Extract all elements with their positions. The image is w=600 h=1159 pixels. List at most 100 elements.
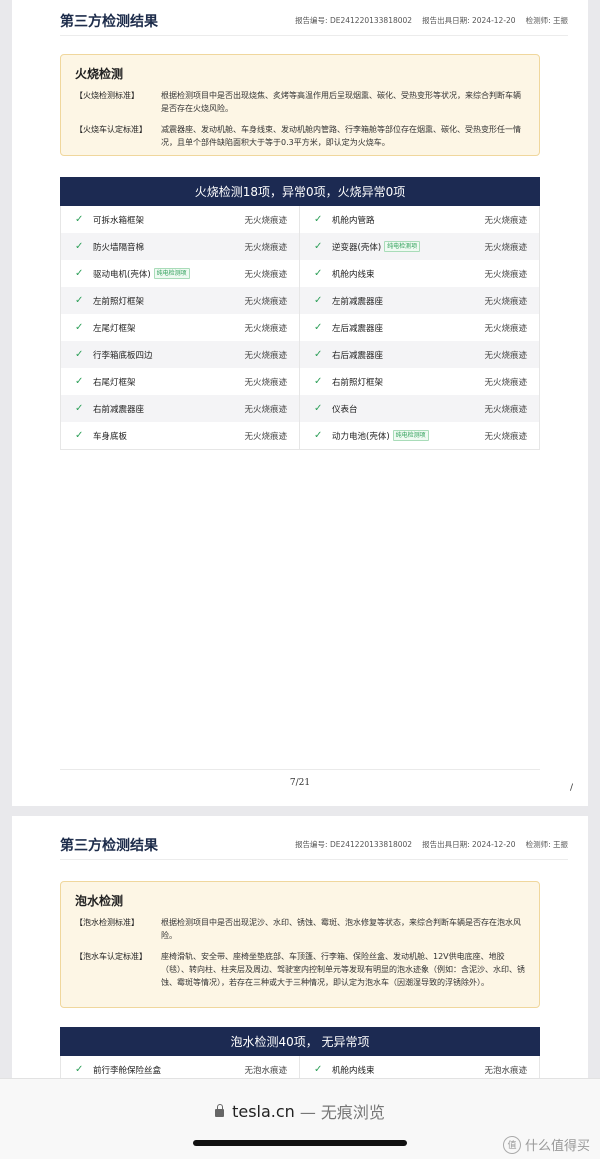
check-item: ✓ 动力电池(壳体) 纯电检测项 无火烧痕迹 <box>300 422 539 449</box>
checkmark-icon: ✓ <box>75 241 84 252</box>
item-status: 无火烧痕迹 <box>484 431 527 442</box>
checkmark-icon: ✓ <box>75 322 84 333</box>
standard-label: 【火烧车认定标准】 <box>75 125 147 134</box>
item-status: 无火烧痕迹 <box>484 296 527 307</box>
check-item: ✓ 右后减震器座 无火烧痕迹 <box>300 341 539 368</box>
flood-inspection-standards: 泡水检测 【泡水检测标准】 根据检测项目中是否出现泥沙、水印、锈蚀、霉斑、泡水修… <box>60 881 540 1008</box>
check-item: ✓ 机舱内线束 无火烧痕迹 <box>300 260 539 287</box>
item-status: 无火烧痕迹 <box>244 323 287 334</box>
check-row: ✓ 右前减震器座 无火烧痕迹 ✓ 仪表台 无火烧痕迹 <box>61 395 539 422</box>
item-name: 右尾灯框架 <box>93 377 136 388</box>
item-status: 无火烧痕迹 <box>484 242 527 253</box>
item-status: 无火烧痕迹 <box>484 269 527 280</box>
item-status: 无泡水痕迹 <box>244 1065 287 1076</box>
item-status: 无火烧痕迹 <box>484 404 527 415</box>
item-name: 左前照灯框架 <box>93 296 145 307</box>
item-status: 无泡水痕迹 <box>484 1065 527 1076</box>
item-name: 可拆水箱框架 <box>93 215 145 226</box>
smzdm-logo-icon: 值 <box>502 1135 521 1154</box>
checkmark-icon: ✓ <box>75 214 84 225</box>
item-status: 无火烧痕迹 <box>244 296 287 307</box>
check-item: ✓ 行李箱底板四边 无火烧痕迹 <box>61 341 300 368</box>
ev-item-tag: 纯电检测项 <box>384 241 421 252</box>
item-status: 无火烧痕迹 <box>244 215 287 226</box>
standard-label: 【泡水车认定标准】 <box>75 952 147 961</box>
checkmark-icon: ✓ <box>75 268 84 279</box>
page-header: 第三方检测结果 报告编号: DE241220133818002 报告出具日期: … <box>60 6 568 36</box>
item-name: 右前减震器座 <box>93 404 145 415</box>
check-item: ✓ 左后减震器座 无火烧痕迹 <box>300 314 539 341</box>
fire-summary-banner: 火烧检测18项，异常0项，火烧异常0项 <box>60 177 540 206</box>
check-item: ✓ 左前减震器座 无火烧痕迹 <box>300 287 539 314</box>
check-item: ✓ 右前减震器座 无火烧痕迹 <box>61 395 300 422</box>
item-status: 无火烧痕迹 <box>484 215 527 226</box>
item-status: 无火烧痕迹 <box>244 404 287 415</box>
check-row: ✓ 驱动电机(壳体) 纯电检测项 无火烧痕迹 ✓ 机舱内线束 无火烧痕迹 <box>61 260 539 287</box>
corner-mark: / <box>570 783 574 793</box>
check-item: ✓ 左前照灯框架 无火烧痕迹 <box>61 287 300 314</box>
check-item: ✓ 防火墙隔音棉 无火烧痕迹 <box>61 233 300 260</box>
check-row: ✓ 防火墙隔音棉 无火烧痕迹 ✓ 逆变器(壳体) 纯电检测项 无火烧痕迹 <box>61 233 539 260</box>
item-name: 车身底板 <box>93 431 128 442</box>
page-title: 第三方检测结果 <box>60 837 158 854</box>
standard-row: 【泡水车认定标准】 座椅滑轨、安全带、座椅坐垫底部、车顶篷、行李箱、保险丝盒、发… <box>75 950 525 989</box>
checkmark-icon: ✓ <box>314 376 323 387</box>
item-name-wrap: 可拆水箱框架 <box>93 214 144 226</box>
flood-summary-banner: 泡水检测40项， 无异常项 <box>60 1027 540 1056</box>
item-name-wrap: 车身底板 <box>93 430 127 442</box>
browser-bottom-bar: tesla.cn — 无痕浏览 值 什么值得买 <box>0 1078 600 1159</box>
ev-item-tag: 纯电检测项 <box>153 268 190 279</box>
item-name: 左尾灯框架 <box>93 323 136 334</box>
item-name-wrap: 动力电池(壳体) 纯电检测项 <box>332 430 429 442</box>
checkmark-icon: ✓ <box>314 403 323 414</box>
checkmark-icon: ✓ <box>314 430 323 441</box>
item-status: 无火烧痕迹 <box>484 350 527 361</box>
item-name: 机舱内线束 <box>332 1065 375 1076</box>
check-item: ✓ 右尾灯框架 无火烧痕迹 <box>61 368 300 395</box>
standard-text: 座椅滑轨、安全带、座椅坐垫底部、车顶篷、行李箱、保险丝盒、发动机舱、12V供电底… <box>161 952 525 987</box>
checkmark-icon: ✓ <box>75 295 84 306</box>
report-page-7: 第三方检测结果 报告编号: DE241220133818002 报告出具日期: … <box>12 0 588 806</box>
item-name-wrap: 前行李舱保险丝盒 <box>93 1064 161 1076</box>
address-bar[interactable]: tesla.cn — 无痕浏览 <box>0 1099 600 1123</box>
page-title: 第三方检测结果 <box>60 13 158 30</box>
report-date: 报告出具日期: 2024-12-20 <box>422 16 516 25</box>
home-indicator[interactable] <box>193 1140 407 1146</box>
section-title: 火烧检测 <box>75 67 124 81</box>
checkmark-icon: ✓ <box>75 430 84 441</box>
item-name-wrap: 防火墙隔音棉 <box>93 241 144 253</box>
fire-inspection-standards: 火烧检测 【火烧检测标准】 根据检测项目中是否出现烧焦、炙烤等高温作用后呈现烟熏… <box>60 54 540 156</box>
check-item: ✓ 车身底板 无火烧痕迹 <box>61 422 300 449</box>
report-date: 报告出具日期: 2024-12-20 <box>422 840 516 849</box>
standard-text: 根据检测项目中是否出现泥沙、水印、锈蚀、霉斑、泡水修复等状态，来综合判断车辆是否… <box>161 918 521 940</box>
check-item: ✓ 仪表台 无火烧痕迹 <box>300 395 539 422</box>
item-name: 仪表台 <box>332 404 358 415</box>
item-name-wrap: 右后减震器座 <box>332 349 383 361</box>
watermark: 值 什么值得买 <box>502 1135 590 1154</box>
section-title: 泡水检测 <box>75 894 124 908</box>
item-name: 左后减震器座 <box>332 323 384 334</box>
check-item: ✓ 右前照灯框架 无火烧痕迹 <box>300 368 539 395</box>
report-number: 报告编号: DE241220133818002 <box>295 16 413 25</box>
page-number: 7/21 <box>289 778 311 788</box>
item-name: 逆变器(壳体) <box>332 242 382 253</box>
checkmark-icon: ✓ <box>75 376 84 387</box>
standard-row: 【火烧车认定标准】 减震器座、发动机舱、车身线束、发动机舱内管路、行李箱舱等部位… <box>75 123 525 149</box>
standard-text: 根据检测项目中是否出现烧焦、炙烤等高温作用后呈现烟熏、碳化、受热变形等状况，来综… <box>161 91 521 113</box>
checkmark-icon: ✓ <box>314 295 323 306</box>
check-item: ✓ 机舱内管路 无火烧痕迹 <box>300 206 539 233</box>
check-item: ✓ 可拆水箱框架 无火烧痕迹 <box>61 206 300 233</box>
item-name: 机舱内线束 <box>332 269 375 280</box>
report-page-8: 第三方检测结果 报告编号: DE241220133818002 报告出具日期: … <box>12 816 588 1086</box>
item-status: 无火烧痕迹 <box>244 377 287 388</box>
check-item: ✓ 逆变器(壳体) 纯电检测项 无火烧痕迹 <box>300 233 539 260</box>
checkmark-icon: ✓ <box>75 403 84 414</box>
item-name: 前行李舱保险丝盒 <box>93 1065 162 1076</box>
check-item: ✓ 左尾灯框架 无火烧痕迹 <box>61 314 300 341</box>
watermark-text: 什么值得买 <box>524 1139 590 1154</box>
item-name-wrap: 机舱内线束 <box>332 268 375 280</box>
report-meta: 报告编号: DE241220133818002 报告出具日期: 2024-12-… <box>295 839 568 850</box>
check-row: ✓ 可拆水箱框架 无火烧痕迹 ✓ 机舱内管路 无火烧痕迹 <box>61 206 539 233</box>
standard-row: 【火烧检测标准】 根据检测项目中是否出现烧焦、炙烤等高温作用后呈现烟熏、碳化、受… <box>75 89 525 115</box>
ev-item-tag: 纯电检测项 <box>392 430 429 441</box>
